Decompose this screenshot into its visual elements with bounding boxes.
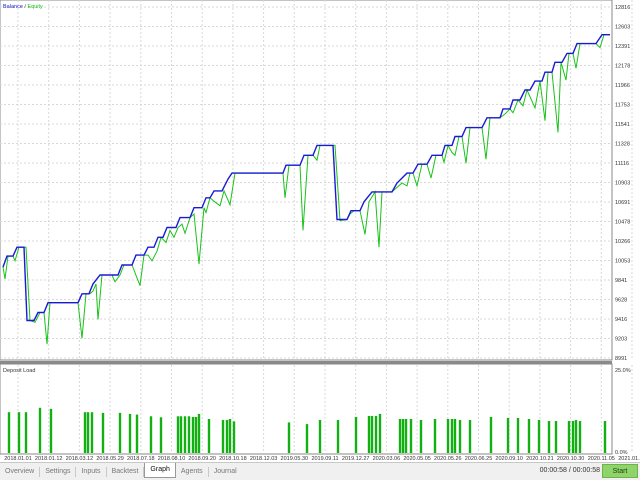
start-button[interactable]: Start xyxy=(602,464,638,478)
y-tick-label: 12391 xyxy=(615,44,630,50)
deposit-load-bar xyxy=(554,421,558,453)
deposit-load-bar xyxy=(187,416,191,453)
y-tick-label: 11328 xyxy=(615,142,630,148)
y-tick-label: 9203 xyxy=(615,337,627,343)
deposit-load-bar xyxy=(571,421,575,453)
elapsed-time: 00:00:58 / 00:00:58 xyxy=(539,467,600,474)
y-tick-label: 9416 xyxy=(615,317,627,323)
deposit-load-bar xyxy=(516,417,520,453)
deposit-load-bar xyxy=(228,419,232,453)
y-tick-label: 10691 xyxy=(615,200,630,206)
deposit-load-bar xyxy=(318,420,322,453)
deposit-load-bar xyxy=(409,419,413,453)
balance-equity-chart: 12816 12603 12391 12178 11966 11753 11541 11328… xyxy=(0,0,640,462)
deposit-load-bar xyxy=(225,420,229,453)
legend-balance: Balance xyxy=(3,4,23,10)
deposit-load-bar xyxy=(468,420,472,453)
deposit-load-bar xyxy=(83,412,87,453)
y-tick-label: 12178 xyxy=(615,64,630,70)
deposit-load-bar xyxy=(578,421,582,453)
tester-tab-bar: Overview Settings Inputs Backtest Graph … xyxy=(0,462,640,480)
y-tick-label: 9628 xyxy=(615,298,627,304)
deposit-load-bar xyxy=(7,412,11,453)
deposit-load-bar xyxy=(404,419,408,453)
deposit-load-bar xyxy=(450,419,454,453)
y-tick-label: 11966 xyxy=(615,83,630,89)
deposit-load-bar xyxy=(24,412,28,453)
y-tick-label: 11116 xyxy=(615,161,629,167)
deposit-load-bar xyxy=(38,407,42,453)
deposit-load-bar xyxy=(489,416,493,453)
deposit-load-bar xyxy=(118,412,122,453)
deposit-load-bar xyxy=(398,419,402,453)
deposit-load-bar xyxy=(537,420,541,453)
deposit-load-bar xyxy=(446,419,450,453)
tab-journal[interactable]: Journal xyxy=(209,467,242,477)
tab-backtest[interactable]: Backtest xyxy=(107,466,145,477)
deposit-load-bar xyxy=(194,416,198,453)
deposit-load-bar xyxy=(135,414,139,453)
y-tick-label: 8991 xyxy=(615,356,627,362)
y-tick-label: 10903 xyxy=(615,181,630,187)
deposit-load-bar xyxy=(207,419,211,453)
deposit-load-bar xyxy=(401,419,405,453)
deposit-load-bar xyxy=(367,415,371,453)
deposit-load-bar xyxy=(221,420,225,453)
deposit-load-bar xyxy=(101,412,105,453)
deposit-load-bar xyxy=(176,416,180,453)
tab-settings[interactable]: Settings xyxy=(40,466,77,477)
deposit-load-bar xyxy=(159,417,163,453)
deposit-load-bar xyxy=(183,416,187,453)
y-tick-label: 9841 xyxy=(615,278,627,284)
deposit-load-bar xyxy=(453,419,457,453)
y-tick-label: 10266 xyxy=(615,239,630,245)
legend-equity: Equity xyxy=(27,4,43,10)
deposit-load-bar xyxy=(90,412,94,453)
deposit-load-bar xyxy=(17,412,21,453)
deposit-load-bar xyxy=(506,417,510,453)
deposit-load-bar xyxy=(370,415,374,453)
deposit-load-bar xyxy=(86,412,90,453)
deposit-load-bar xyxy=(191,416,195,453)
tab-agents[interactable]: Agents xyxy=(176,466,209,477)
deposit-load-bar xyxy=(336,420,340,453)
load-tick-top: 25.0% xyxy=(615,368,631,374)
deposit-load-bar xyxy=(603,421,607,453)
deposit-load-bar xyxy=(374,415,378,453)
deposit-load-bar xyxy=(458,420,462,453)
deposit-load-bar xyxy=(354,416,358,453)
y-tick-label: 11541 xyxy=(615,122,630,128)
deposit-load-bar xyxy=(378,413,382,453)
deposit-load-title: Deposit Load xyxy=(3,368,35,374)
legend: Balance / Equity xyxy=(3,4,43,10)
deposit-load-bar xyxy=(547,421,551,453)
deposit-load-bar xyxy=(574,420,578,453)
y-tick-label: 10053 xyxy=(615,259,630,265)
y-tick-label: 11753 xyxy=(615,103,630,109)
y-tick-label: 12816 xyxy=(615,5,630,11)
deposit-load-bar xyxy=(232,421,236,453)
deposit-load-bar xyxy=(149,416,153,453)
tab-inputs[interactable]: Inputs xyxy=(76,466,107,477)
tab-overview[interactable]: Overview xyxy=(0,466,41,477)
deposit-load-bar xyxy=(49,408,53,453)
deposit-load-bar xyxy=(197,413,201,453)
y-tick-label: 10478 xyxy=(615,220,630,226)
deposit-load-bar xyxy=(527,419,531,453)
deposit-load-bar xyxy=(128,413,132,453)
deposit-load-bar xyxy=(567,421,571,453)
tab-graph[interactable]: Graph xyxy=(144,462,176,478)
deposit-load-bar xyxy=(419,420,423,453)
deposit-load-bar xyxy=(305,424,309,453)
y-tick-label: 12603 xyxy=(615,25,630,31)
deposit-load-bar xyxy=(179,416,183,453)
deposit-load-bar xyxy=(433,419,437,453)
deposit-load-bar xyxy=(287,422,291,453)
